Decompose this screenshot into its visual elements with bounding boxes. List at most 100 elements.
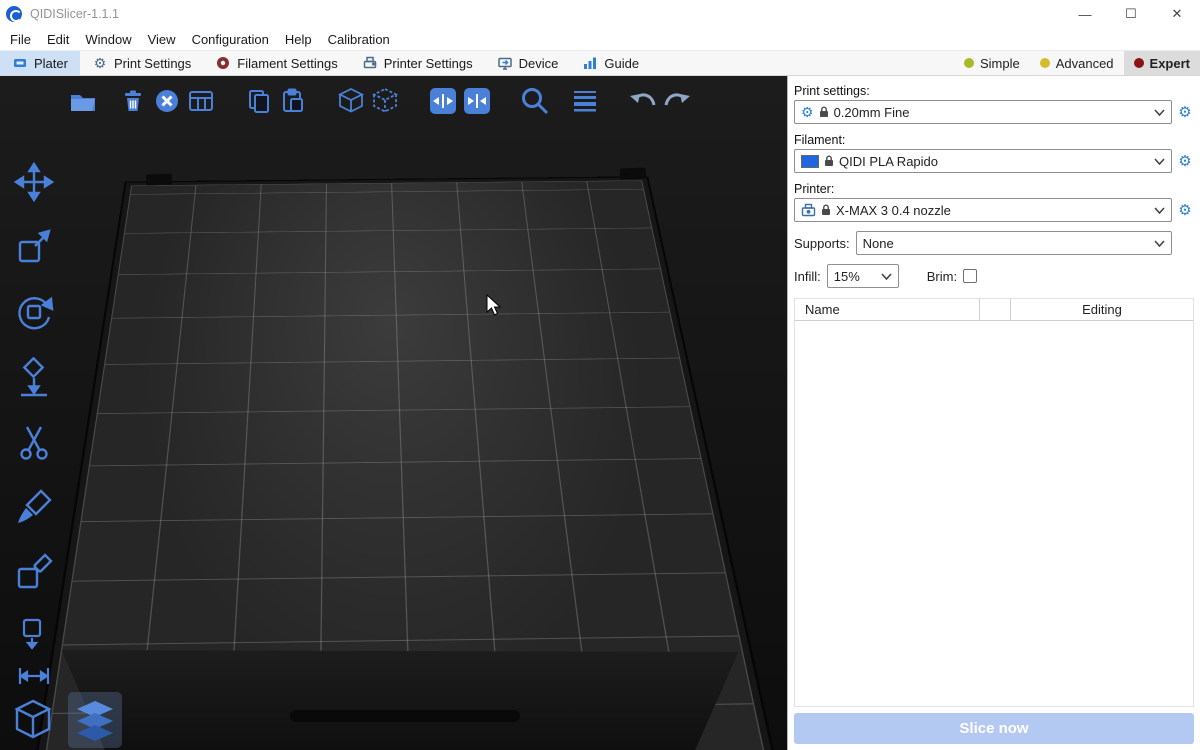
tab-plater[interactable]: Plater (0, 51, 80, 75)
menu-edit[interactable]: Edit (39, 32, 77, 47)
maximize-button[interactable]: ☐ (1108, 0, 1154, 28)
paint-supports-icon (14, 487, 54, 527)
lock-icon (824, 155, 834, 167)
redo-button[interactable] (660, 84, 694, 118)
chevron-down-icon (1154, 158, 1165, 165)
filament-gear-button[interactable]: ⚙ (1176, 152, 1194, 170)
brim-label: Brim: (927, 269, 957, 284)
tab-print-settings-label: Print Settings (114, 56, 191, 71)
tab-device[interactable]: Device (485, 51, 571, 75)
advanced-mode-dot-icon (1040, 58, 1050, 68)
column-extruder (979, 299, 1011, 320)
remove-instance-button[interactable] (460, 84, 494, 118)
window-title: QIDISlicer-1.1.1 (30, 7, 119, 21)
measure-button[interactable] (10, 657, 58, 693)
menu-bar: File Edit Window View Configuration Help… (0, 28, 1200, 50)
search-button[interactable] (518, 84, 552, 118)
mode-switcher: Simple Advanced Expert (954, 51, 1200, 75)
preview-view-button[interactable] (68, 692, 122, 748)
tab-filament-settings[interactable]: Filament Settings (203, 51, 349, 75)
close-button[interactable]: ✕ (1154, 0, 1200, 28)
menu-view[interactable]: View (140, 32, 184, 47)
tab-print-settings[interactable]: ⚙ Print Settings (80, 51, 203, 75)
app-logo-icon (6, 6, 22, 22)
sink-button[interactable] (10, 615, 58, 651)
add-instance-icon (428, 86, 458, 116)
printer-value: X-MAX 3 0.4 nozzle (836, 203, 951, 218)
lock-icon (819, 106, 829, 118)
printer-base (40, 650, 760, 750)
minimize-button[interactable]: — (1062, 0, 1108, 28)
printer-combo[interactable]: X-MAX 3 0.4 nozzle (794, 198, 1172, 222)
plater-toolbar (66, 84, 694, 118)
plater-icon (12, 55, 28, 71)
expert-mode-dot-icon (1134, 58, 1144, 68)
place-on-face-button[interactable] (10, 355, 58, 399)
3d-viewport[interactable] (0, 76, 787, 750)
filament-combo[interactable]: QIDI PLA Rapido (794, 149, 1172, 173)
brim-checkbox[interactable] (963, 269, 977, 283)
mode-expert[interactable]: Expert (1124, 51, 1200, 75)
menu-window[interactable]: Window (77, 32, 139, 47)
menu-calibration[interactable]: Calibration (320, 32, 398, 47)
open-button[interactable] (66, 84, 100, 118)
editor-view-button[interactable] (6, 692, 60, 748)
3d-editor-view-icon (11, 697, 55, 743)
copy-button[interactable] (242, 84, 276, 118)
tab-guide-label: Guide (604, 56, 639, 71)
arrange-button[interactable] (184, 84, 218, 118)
object-list-body[interactable] (795, 321, 1193, 706)
print-settings-gear-button[interactable]: ⚙ (1176, 103, 1194, 121)
menu-help[interactable]: Help (277, 32, 320, 47)
chevron-down-icon (881, 273, 892, 280)
paste-icon (279, 87, 307, 115)
mode-advanced[interactable]: Advanced (1030, 51, 1124, 75)
delete-button[interactable] (116, 84, 150, 118)
supports-value: None (863, 236, 894, 251)
move-icon (14, 162, 54, 202)
bed-clip-right (620, 168, 646, 180)
undo-button[interactable] (626, 84, 660, 118)
print-settings-combo[interactable]: ⚙ 0.20mm Fine (794, 100, 1172, 124)
paste-button[interactable] (276, 84, 310, 118)
lock-icon (821, 204, 831, 216)
slice-now-button[interactable]: Slice now (794, 713, 1194, 744)
tab-guide[interactable]: Guide (570, 51, 651, 75)
measure-icon (15, 662, 53, 688)
guide-icon (582, 55, 598, 71)
rotate-button[interactable] (10, 290, 58, 334)
tab-printer-settings[interactable]: Printer Settings (350, 51, 485, 75)
emboss-button[interactable] (10, 550, 58, 594)
variable-layer-height-button[interactable] (568, 84, 602, 118)
tab-plater-label: Plater (34, 56, 68, 71)
remove-instance-icon (462, 86, 492, 116)
mode-expert-label: Expert (1150, 56, 1190, 71)
bed-clip-left (146, 174, 172, 186)
supports-label: Supports: (794, 236, 850, 251)
menu-file[interactable]: File (2, 32, 39, 47)
supports-combo[interactable]: None (856, 231, 1172, 255)
tab-filament-settings-label: Filament Settings (237, 56, 337, 71)
cut-button[interactable] (10, 420, 58, 464)
chevron-down-icon (1154, 207, 1165, 214)
device-icon (497, 55, 513, 71)
infill-combo[interactable]: 15% (827, 264, 899, 288)
delete-all-button[interactable] (150, 84, 184, 118)
build-plate-scene (0, 76, 787, 750)
split-to-objects-button[interactable] (334, 84, 368, 118)
filament-value: QIDI PLA Rapido (839, 154, 938, 169)
open-folder-icon (68, 86, 98, 116)
undo-icon (627, 87, 659, 115)
paint-supports-button[interactable] (10, 485, 58, 529)
mode-simple[interactable]: Simple (954, 51, 1030, 75)
menu-configuration[interactable]: Configuration (184, 32, 277, 47)
split-to-parts-button[interactable] (368, 84, 402, 118)
object-list: Name Editing (794, 298, 1194, 707)
printer-gear-button[interactable]: ⚙ (1176, 201, 1194, 219)
scale-button[interactable] (10, 225, 58, 269)
mouse-cursor (486, 294, 504, 318)
add-instance-button[interactable] (426, 84, 460, 118)
printer-settings-icon (362, 55, 378, 71)
move-button[interactable] (10, 160, 58, 204)
mode-advanced-label: Advanced (1056, 56, 1114, 71)
